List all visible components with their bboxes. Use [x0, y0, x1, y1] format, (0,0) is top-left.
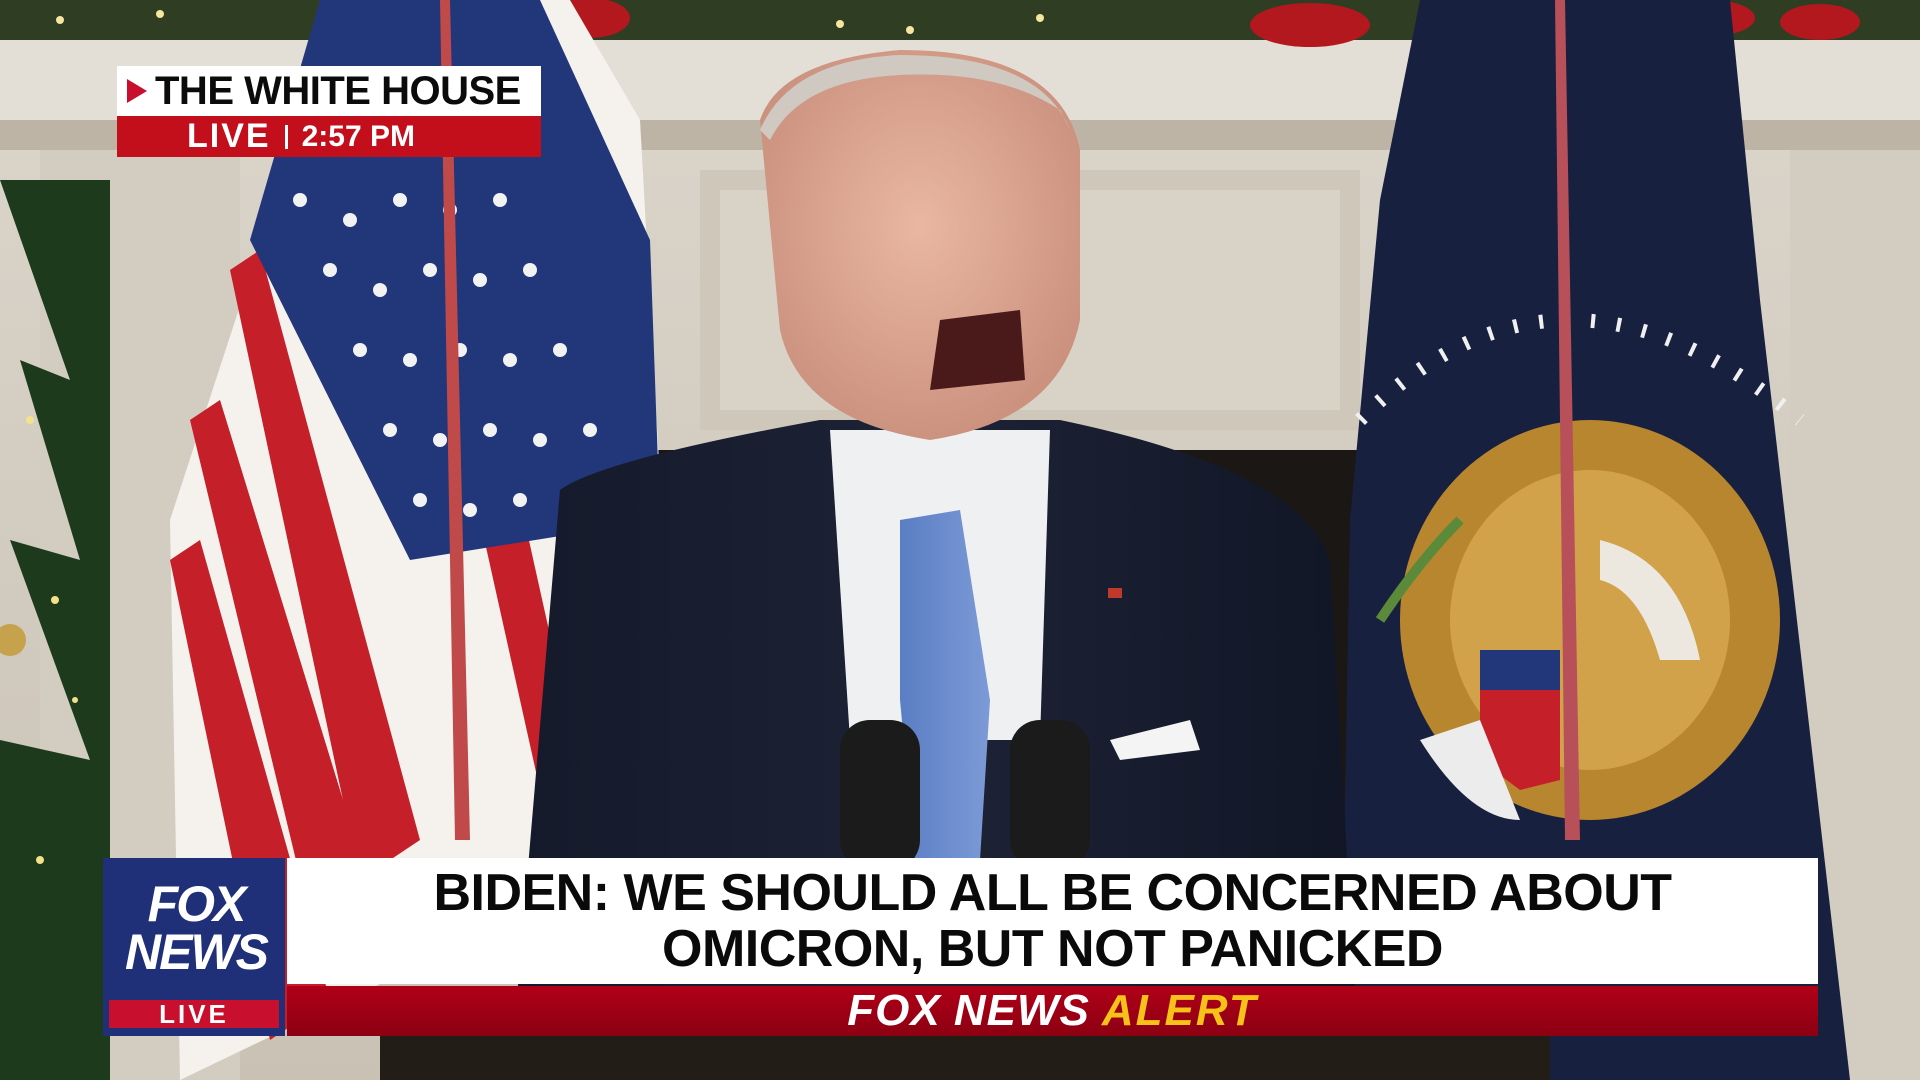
alert-word: ALERT — [1101, 986, 1258, 1035]
lower-third: FOX NEWS LIVE BIDEN: WE SHOULD ALL BE CO… — [103, 858, 1818, 1036]
alert-banner: FOX NEWS ALERT — [287, 986, 1818, 1036]
live-time-bar: LIVE 2:57 PM — [117, 116, 541, 157]
logo-live-label: LIVE — [109, 1000, 279, 1028]
live-label: LIVE — [187, 117, 271, 155]
broadcast-frame: THE WHITE HOUSE LIVE 2:57 PM FOX NEWS LI… — [0, 0, 1920, 1080]
separator — [284, 124, 288, 149]
podium — [380, 1036, 1550, 1080]
fox-news-live-logo: FOX NEWS LIVE — [103, 858, 285, 1036]
logo-wordmark: FOX NEWS — [111, 876, 281, 980]
headline-line-2: OMICRON, BUT NOT PANICKED — [662, 920, 1443, 978]
broadcast-time: 2:57 PM — [301, 119, 415, 153]
location-bug: THE WHITE HOUSE LIVE 2:57 PM — [117, 66, 541, 157]
headline: BIDEN: WE SHOULD ALL BE CONCERNED ABOUT … — [433, 864, 1672, 978]
alert-brand: FOX NEWS — [847, 986, 1090, 1035]
headline-box: BIDEN: WE SHOULD ALL BE CONCERNED ABOUT … — [287, 858, 1818, 984]
logo-line-news: NEWS — [125, 924, 269, 980]
play-arrow-icon — [127, 79, 147, 103]
logo-line-fox: FOX — [147, 876, 247, 932]
location-bar: THE WHITE HOUSE — [117, 66, 541, 116]
headline-line-1: BIDEN: WE SHOULD ALL BE CONCERNED ABOUT — [433, 864, 1672, 922]
location-title: THE WHITE HOUSE — [155, 68, 521, 113]
